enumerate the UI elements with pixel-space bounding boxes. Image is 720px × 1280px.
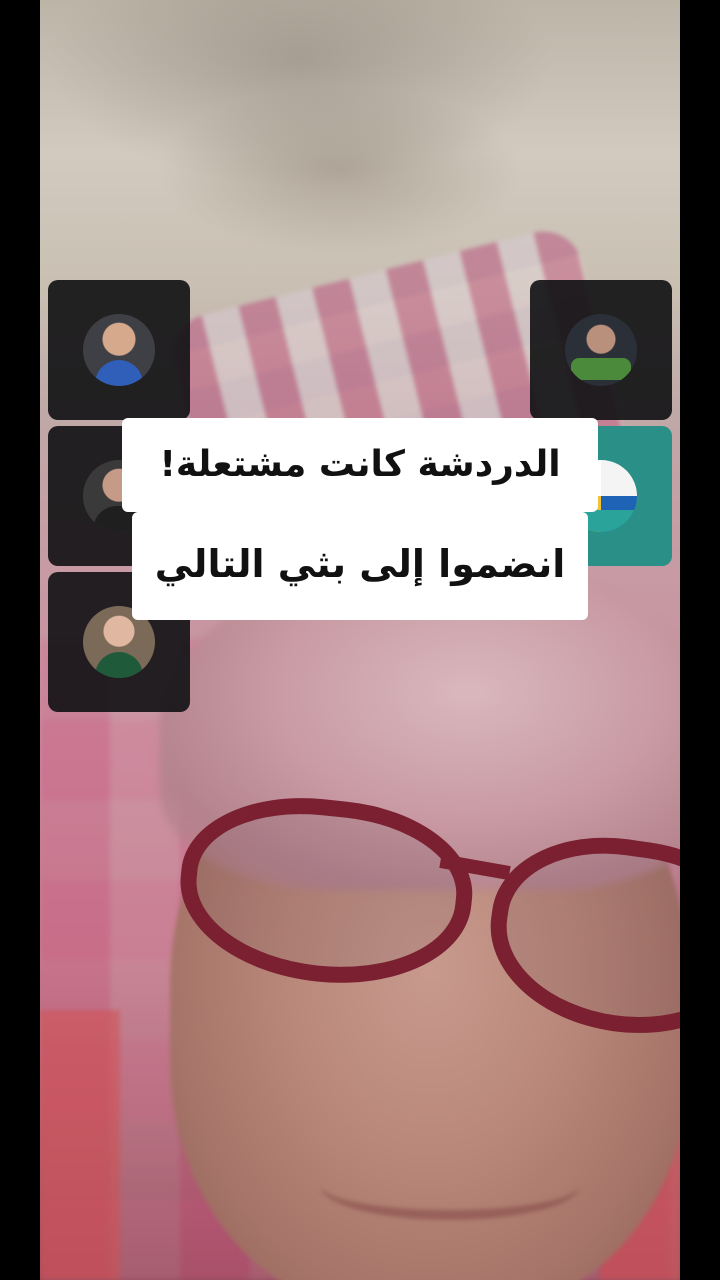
background-ceiling xyxy=(40,0,680,260)
live-stream-screen: الدردشة كانت مشتعلة! انضموا إلى بثي التا… xyxy=(0,0,720,1280)
guest-tile-left-top[interactable] xyxy=(48,280,190,420)
guest-tile-right-top[interactable] xyxy=(530,280,672,420)
host-mouth xyxy=(320,1150,580,1220)
banner-headline: الدردشة كانت مشتعلة! xyxy=(122,418,598,512)
guest-avatar xyxy=(83,314,155,386)
guest-avatar xyxy=(565,314,637,386)
banner-subline: انضموا إلى بثي التالي xyxy=(132,512,588,620)
